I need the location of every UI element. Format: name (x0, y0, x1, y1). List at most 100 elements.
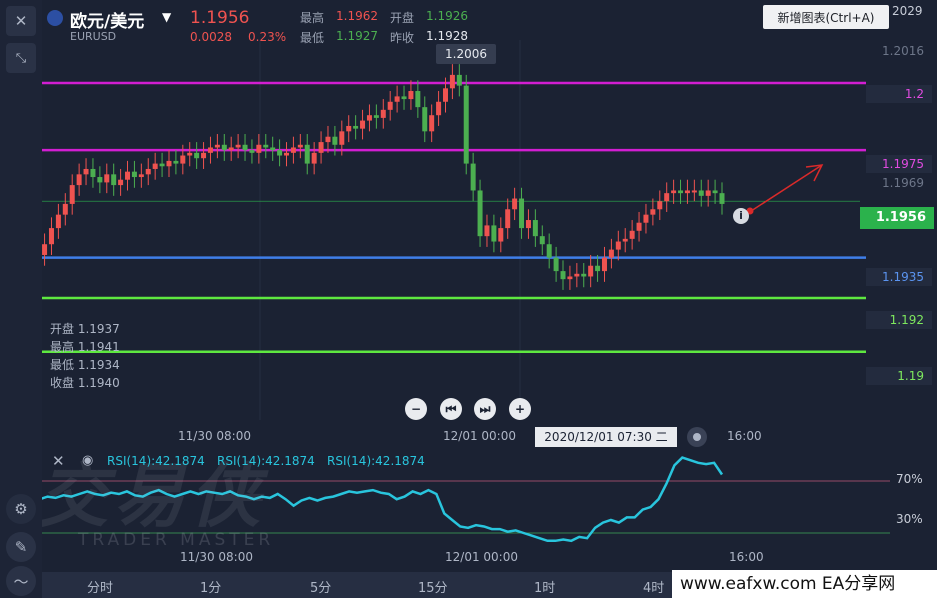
scroll-forward-button[interactable]: ⏭ (474, 398, 496, 420)
candle-body (42, 244, 48, 255)
tab-1m[interactable]: 1分 (200, 577, 221, 596)
candle-body (436, 101, 442, 116)
candle-body (498, 228, 504, 242)
left-toolbar: ✕ ⤡ ⚙ ✎ 〜 (0, 0, 42, 598)
eye-icon[interactable]: ◉ (82, 453, 93, 468)
draw-button[interactable]: ✎ (6, 532, 36, 562)
level-label-1-1975[interactable]: 1.1975 (866, 155, 932, 173)
tab-1h[interactable]: 1时 (534, 577, 555, 596)
candle-body (242, 144, 248, 151)
candle-body (657, 201, 663, 210)
low-label: 最低 (300, 31, 325, 45)
indicator-icon: 〜 (13, 572, 29, 591)
candle-body (152, 163, 158, 169)
info-icon[interactable]: i (733, 208, 749, 224)
candle-body (712, 190, 718, 194)
candle-body (671, 190, 677, 194)
axis-tick: 1.1969 (882, 176, 924, 190)
candle-body (360, 120, 366, 129)
zoom-in-button[interactable]: + (509, 398, 531, 420)
candle-body (643, 214, 649, 223)
tab-15m[interactable]: 15分 (418, 577, 448, 596)
candle-body (284, 152, 290, 156)
level-label-1-1935[interactable]: 1.1935 (866, 268, 932, 286)
candle-body (470, 163, 476, 191)
rsi-level-70: 70% (896, 472, 923, 486)
candle-body (90, 168, 96, 178)
candle-body (456, 74, 462, 86)
flag-icon (47, 10, 63, 26)
low-value: 1.1927 (336, 29, 378, 43)
candle-body (512, 198, 518, 210)
candle-body (235, 144, 241, 148)
candle-body (553, 257, 559, 272)
level-label-1-19[interactable]: 1.19 (866, 367, 932, 385)
rsi-label: RSI(14):42.1874 (327, 454, 425, 468)
last-price: 1.1956 (190, 8, 250, 28)
current-price-label: 1.1956 (860, 207, 934, 229)
indicator-button[interactable]: 〜 (6, 566, 36, 596)
candle-body (76, 174, 82, 186)
candle-body (705, 190, 711, 196)
candle-body (636, 222, 642, 231)
chart-grid (42, 40, 860, 420)
candle-body (380, 109, 386, 118)
candle-body (415, 91, 421, 108)
candle-body (332, 136, 338, 145)
record-icon-dot (693, 433, 701, 441)
candle-body (574, 273, 580, 277)
candle-body (69, 185, 75, 204)
candle-body (595, 265, 601, 272)
site-footer: www.eafxw.com EA分享网 (672, 570, 937, 598)
time-tick: 11/30 08:00 (180, 550, 253, 564)
high-label: 最高 (300, 11, 325, 25)
candle-body (55, 214, 61, 229)
symbol-title[interactable]: 欧元/美元 (70, 7, 144, 32)
dropdown-icon[interactable]: ▼ (162, 10, 171, 24)
level-label-1-192[interactable]: 1.192 (866, 311, 932, 329)
candle-body (394, 96, 400, 102)
level-label-1-2[interactable]: 1.2 (866, 85, 932, 103)
candle-body (277, 150, 283, 156)
candle-body (180, 155, 186, 164)
collapse-button[interactable]: ⤡ (6, 43, 36, 73)
candle-body (622, 238, 628, 242)
ohlc-low: 最低 1.1934 (50, 358, 120, 372)
candle-body (484, 225, 490, 237)
zoom-out-button[interactable]: − (405, 398, 427, 420)
tab-5m[interactable]: 5分 (310, 577, 331, 596)
candle-body (194, 152, 200, 159)
axis-tick: 1.2016 (882, 44, 924, 58)
candle-body (145, 168, 151, 175)
open-label: 开盘 (390, 11, 415, 25)
prev-close-label: 昨收 (390, 31, 415, 45)
scroll-back-button[interactable]: ⏮ (440, 398, 462, 420)
crosshair-time: 2020/12/01 07:30 二 (535, 427, 677, 447)
tab-tick[interactable]: 分时 (87, 577, 113, 596)
rsi-label: RSI(14):42.1874 (217, 454, 315, 468)
candle-body (373, 115, 379, 118)
ohlc-high: 最高 1.1941 (50, 340, 120, 354)
candle-body (442, 88, 448, 102)
ohlc-open: 开盘 1.1937 (50, 322, 120, 336)
symbol-code: EURUSD (70, 30, 117, 43)
candle-body (525, 220, 531, 229)
candle-body (449, 74, 455, 89)
candle-body (201, 152, 207, 159)
candle-body (463, 85, 469, 164)
candle-body (48, 228, 54, 245)
settings-button[interactable]: ⚙ (6, 494, 36, 524)
rsi-label: RSI(14):42.1874 (107, 454, 205, 468)
trend-arrow[interactable] (747, 164, 823, 214)
close-icon[interactable]: ✕ (52, 452, 65, 470)
new-chart-button[interactable]: 新增图表(Ctrl+A) (763, 5, 889, 29)
candle-body (678, 190, 684, 194)
candle-body (719, 193, 725, 204)
candle-body (366, 115, 372, 121)
candle-body (159, 163, 165, 167)
tab-4h[interactable]: 4时 (643, 577, 664, 596)
candle-body (221, 144, 227, 151)
close-chart-button[interactable]: ✕ (6, 6, 36, 36)
candle-body (401, 96, 407, 100)
candle-body (263, 144, 269, 148)
